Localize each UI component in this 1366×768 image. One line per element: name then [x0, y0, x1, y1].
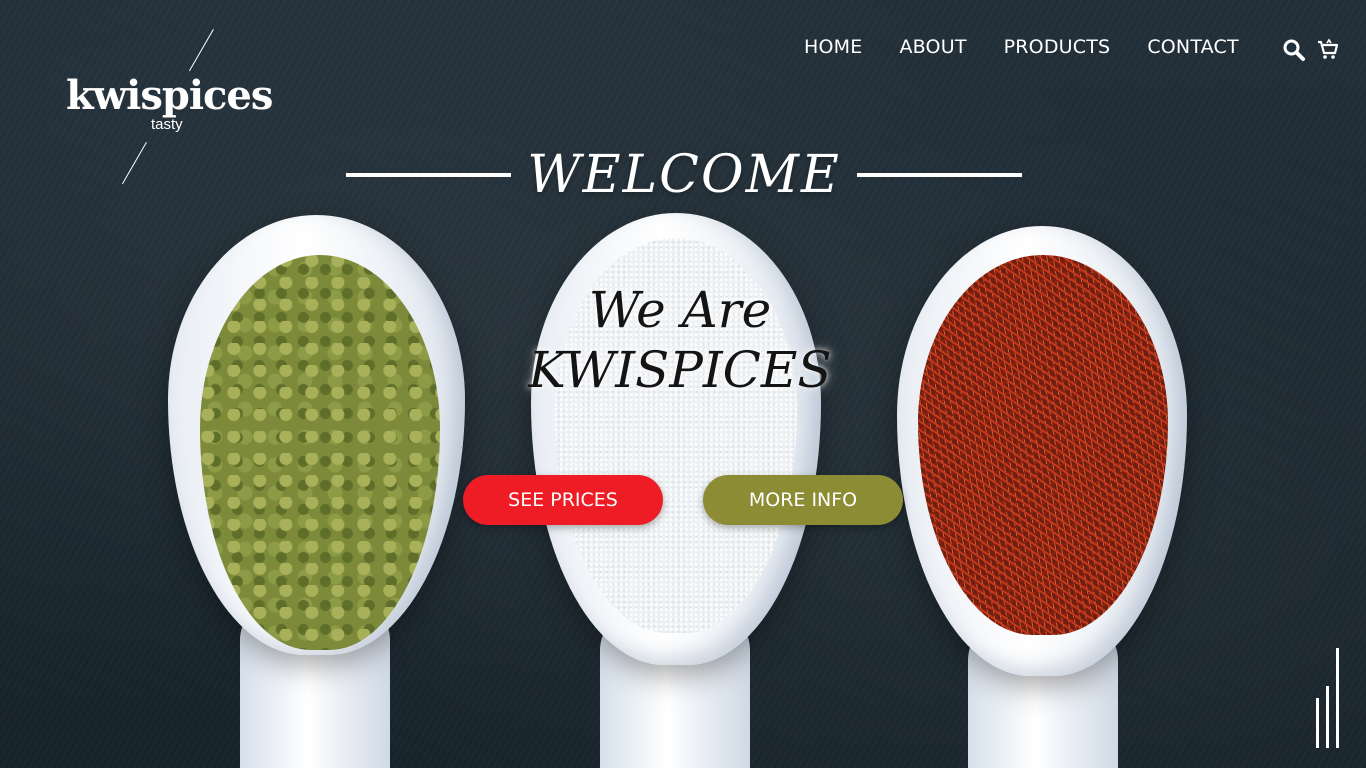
nav-about[interactable]: ABOUT	[899, 36, 966, 58]
cart-icon[interactable]	[1316, 38, 1340, 62]
welcome-rule-left	[346, 173, 511, 177]
see-prices-button[interactable]: SEE PRICES	[463, 475, 663, 525]
oregano-spice	[200, 255, 440, 650]
hero-heading: We Are KWISPICES	[500, 280, 860, 400]
scroll-bar-2	[1326, 686, 1329, 748]
main-nav: HOME ABOUT PRODUCTS CONTACT	[804, 36, 1276, 58]
scroll-indicator[interactable]	[1316, 648, 1342, 748]
nav-icons	[1282, 38, 1350, 62]
welcome-header: WELCOME	[346, 140, 1022, 210]
hero-line-1: We Are	[588, 281, 772, 339]
search-icon[interactable]	[1282, 38, 1306, 62]
scroll-bar-1	[1316, 698, 1319, 748]
more-info-button[interactable]: MORE INFO	[703, 475, 903, 525]
welcome-title: WELCOME	[527, 145, 841, 205]
brand-name: kwispices	[66, 72, 273, 119]
saffron-spice	[918, 255, 1168, 635]
brand-logo[interactable]: kwispices tasty	[66, 70, 276, 133]
welcome-rule-right	[857, 173, 1022, 177]
nav-home[interactable]: HOME	[804, 36, 862, 58]
nav-products[interactable]: PRODUCTS	[1004, 36, 1111, 58]
scroll-bar-3	[1336, 648, 1339, 748]
hero-line-2: KWISPICES	[528, 341, 832, 399]
nav-contact[interactable]: CONTACT	[1147, 36, 1239, 58]
